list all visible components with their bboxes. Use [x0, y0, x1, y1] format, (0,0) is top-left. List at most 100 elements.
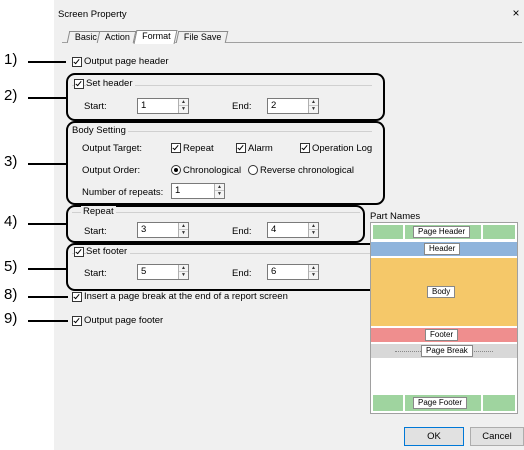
spin-down-icon[interactable]: ▼ — [179, 272, 188, 279]
number-of-repeats-value: 1 — [175, 185, 181, 196]
set-header-start-value: 1 — [141, 100, 147, 111]
page-header-right-block — [483, 225, 515, 239]
page-footer-chip: Page Footer — [413, 397, 468, 409]
set-header-start-spin-buttons[interactable]: ▲ ▼ — [178, 99, 188, 113]
set-footer-start-label: Start: — [84, 268, 107, 279]
output-page-footer-label: Output page footer — [84, 315, 164, 326]
part-names-title: Part Names — [370, 211, 421, 222]
page-break-label: Insert a page break at the end of a repo… — [84, 291, 288, 302]
page-break-band: Page Break — [371, 344, 517, 358]
page-footer-left-block — [373, 395, 403, 411]
footer-chip: Footer — [425, 329, 459, 341]
spin-down-icon[interactable]: ▼ — [309, 272, 318, 279]
target-repeat-checkbox[interactable] — [171, 143, 181, 153]
set-footer-end-value: 6 — [271, 266, 277, 277]
tab-file-save-label: File Save — [183, 32, 222, 42]
output-page-header-checkbox[interactable] — [72, 57, 82, 67]
page-header-left-block — [373, 225, 403, 239]
spin-down-icon[interactable]: ▼ — [309, 106, 318, 113]
repeats-spin-buttons[interactable]: ▲ ▼ — [214, 184, 224, 198]
set-header-label: Set header — [86, 78, 136, 89]
callout-number-3: 3) — [4, 153, 18, 170]
callout-number-5: 5) — [4, 258, 18, 275]
repeat-start-spin-buttons[interactable]: ▲ ▼ — [178, 223, 188, 237]
target-alarm-label: Alarm — [248, 143, 273, 154]
callout-number-4: 4) — [4, 213, 18, 230]
page-footer-right-block — [483, 395, 515, 411]
cancel-button[interactable]: Cancel — [470, 427, 524, 446]
callout-arrow-4 — [28, 223, 66, 225]
target-operation-log-checkbox[interactable] — [300, 143, 310, 153]
set-footer-end-label: End: — [232, 268, 252, 279]
set-footer-checkbox[interactable] — [74, 247, 84, 257]
tab-action[interactable]: Action — [96, 31, 137, 43]
target-repeat-label: Repeat — [183, 143, 214, 154]
body-chip: Body — [427, 286, 456, 298]
set-header-start-label: Start: — [84, 101, 107, 112]
repeat-title: Repeat — [81, 206, 116, 217]
page-footer-row: Page Footer — [371, 395, 517, 411]
body-band: Body — [371, 258, 517, 326]
callout-number-8: 8) — [4, 286, 18, 303]
callout-arrow-5 — [28, 268, 66, 270]
tab-format-label: Format — [142, 31, 171, 41]
spin-down-icon[interactable]: ▼ — [215, 191, 224, 198]
set-footer-end-spinbox[interactable]: 6 ▲ ▼ — [267, 264, 319, 280]
number-of-repeats-spinbox[interactable]: 1 ▲ ▼ — [171, 183, 225, 199]
spin-up-icon[interactable]: ▲ — [179, 265, 188, 272]
set-header-end-value: 2 — [271, 100, 277, 111]
page-header-row: Page Header — [371, 225, 517, 239]
repeat-end-value: 4 — [271, 224, 277, 235]
spin-up-icon[interactable]: ▲ — [309, 265, 318, 272]
set-header-end-spinbox[interactable]: 2 ▲ ▼ — [267, 98, 319, 114]
ok-button[interactable]: OK — [404, 427, 464, 446]
spin-up-icon[interactable]: ▲ — [215, 184, 224, 191]
set-header-start-spinbox[interactable]: 1 ▲ ▼ — [137, 98, 189, 114]
spin-down-icon[interactable]: ▼ — [309, 230, 318, 237]
close-icon[interactable]: × — [510, 6, 522, 20]
number-of-repeats-label: Number of repeats: — [82, 187, 164, 198]
set-footer-start-value: 5 — [141, 266, 147, 277]
set-footer-end-spin-buttons[interactable]: ▲ ▼ — [308, 265, 318, 279]
order-chronological-radio[interactable] — [171, 165, 181, 175]
tab-file-save[interactable]: File Save — [175, 31, 228, 43]
callout-arrow-1 — [28, 61, 66, 63]
footer-band: Footer — [371, 328, 517, 342]
tab-basic-label: Basic — [74, 32, 97, 42]
callout-number-1: 1) — [4, 51, 18, 68]
set-header-end-spin-buttons[interactable]: ▲ ▼ — [308, 99, 318, 113]
page-header-chip: Page Header — [413, 226, 471, 238]
target-operation-log-label: Operation Log — [312, 143, 373, 154]
page-break-checkbox[interactable] — [72, 292, 82, 302]
output-target-label: Output Target: — [82, 143, 143, 154]
set-header-checkbox[interactable] — [74, 79, 84, 89]
callout-arrow-9 — [28, 320, 68, 322]
set-footer-label: Set footer — [86, 246, 131, 257]
spin-up-icon[interactable]: ▲ — [179, 223, 188, 230]
tab-action-label: Action — [104, 32, 130, 42]
tab-format[interactable]: Format — [133, 30, 178, 44]
repeat-start-spinbox[interactable]: 3 ▲ ▼ — [137, 222, 189, 238]
repeat-end-spinbox[interactable]: 4 ▲ ▼ — [267, 222, 319, 238]
spin-down-icon[interactable]: ▼ — [179, 230, 188, 237]
set-footer-start-spinbox[interactable]: 5 ▲ ▼ — [137, 264, 189, 280]
callout-number-2: 2) — [4, 87, 18, 104]
order-reverse-label: Reverse chronological — [260, 165, 354, 176]
spin-up-icon[interactable]: ▲ — [309, 223, 318, 230]
callout-arrow-3 — [28, 163, 66, 165]
spin-down-icon[interactable]: ▼ — [179, 106, 188, 113]
set-footer-start-spin-buttons[interactable]: ▲ ▼ — [178, 265, 188, 279]
target-alarm-checkbox[interactable] — [236, 143, 246, 153]
header-band: Header — [371, 242, 517, 256]
header-chip: Header — [424, 243, 461, 255]
spin-up-icon[interactable]: ▲ — [309, 99, 318, 106]
output-page-header-label: Output page header — [84, 56, 169, 67]
repeat-end-label: End: — [232, 226, 252, 237]
order-reverse-radio[interactable] — [248, 165, 258, 175]
repeat-end-spin-buttons[interactable]: ▲ ▼ — [308, 223, 318, 237]
order-chronological-label: Chronological — [183, 165, 242, 176]
output-page-footer-checkbox[interactable] — [72, 316, 82, 326]
spin-up-icon[interactable]: ▲ — [179, 99, 188, 106]
output-order-label: Output Order: — [82, 165, 141, 176]
callout-arrow-8 — [28, 296, 68, 298]
